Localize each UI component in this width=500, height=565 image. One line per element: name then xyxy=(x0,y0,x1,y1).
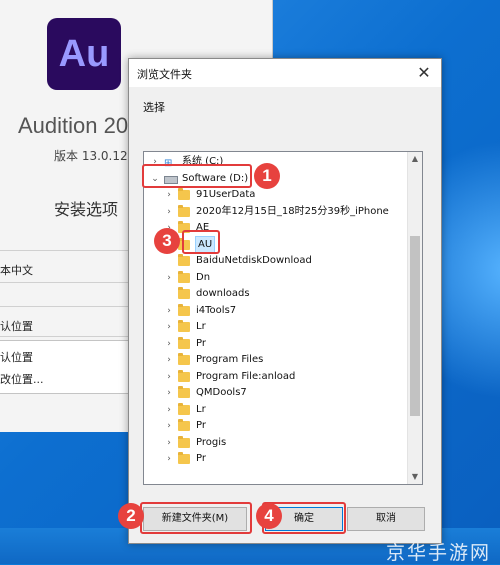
tree-item[interactable]: › 91UserData xyxy=(144,187,406,203)
callout-badge-3: 3 xyxy=(154,228,180,254)
location-option-default[interactable]: 认位置 xyxy=(0,349,33,365)
tree-item-label: i4Tools7 xyxy=(196,304,237,316)
folder-icon xyxy=(178,188,190,200)
callout-badge-1: 1 xyxy=(254,163,280,189)
cancel-button[interactable]: 取消 xyxy=(347,507,425,531)
dialog-caption: 选择 xyxy=(143,101,165,114)
chevron-right-icon[interactable]: › xyxy=(164,303,174,319)
folder-icon xyxy=(178,402,190,415)
chevron-right-icon[interactable]: › xyxy=(164,369,174,385)
folder-icon xyxy=(178,204,190,217)
folder-icon xyxy=(178,320,190,332)
folder-icon xyxy=(178,452,190,464)
scroll-up-icon[interactable]: ▲ xyxy=(408,152,422,166)
folder-icon xyxy=(178,386,190,398)
tree-item[interactable]: downloads xyxy=(144,286,406,302)
tree-item[interactable]: › Program File:anload xyxy=(144,369,406,385)
tree-item-label: Pr xyxy=(196,453,206,464)
scroll-thumb[interactable] xyxy=(410,236,420,416)
location-option-change[interactable]: 改位置... xyxy=(0,371,44,387)
tree-item-label: 2020年12月15日_18时25分39秒_iPhone xyxy=(196,205,389,217)
tree-item-label: QMDools7 xyxy=(196,387,247,398)
tree-item-label: Progis xyxy=(196,436,227,448)
scroll-down-icon[interactable]: ▼ xyxy=(408,470,422,484)
location-dropdown[interactable]: 认位置 改位置... xyxy=(0,340,131,394)
chevron-right-icon[interactable] xyxy=(164,253,174,269)
folder-icon xyxy=(178,254,190,266)
callout-box-new-folder xyxy=(140,502,252,534)
tree-item[interactable]: › i4Tools7 xyxy=(144,303,406,319)
language-select[interactable]: 本中文 xyxy=(0,262,33,278)
tree-scrollbar[interactable]: ▲ ▼ xyxy=(407,152,422,484)
browse-folder-dialog: 浏览文件夹 ✕ 选择 › ⊞ 系统 (C:) ⌄ Software (D:) › 91Use… xyxy=(128,58,442,544)
folder-icon xyxy=(178,287,190,299)
folder-icon xyxy=(178,336,190,349)
audition-logo: Au xyxy=(47,18,121,90)
tree-item[interactable]: › Lr xyxy=(144,402,406,418)
chevron-right-icon[interactable]: › xyxy=(164,418,174,434)
close-icon[interactable]: ✕ xyxy=(413,62,435,84)
tree-item-label: downloads xyxy=(196,288,250,299)
tree-item[interactable]: › Progis xyxy=(144,435,406,451)
folder-icon xyxy=(178,353,190,365)
dialog-titlebar[interactable]: 浏览文件夹 ✕ xyxy=(129,59,441,87)
watermark: 京华手游网 xyxy=(386,542,492,564)
tree-item[interactable]: › Lr xyxy=(144,319,406,335)
tree-item[interactable]: › 2020年12月15日_18时25分39秒_iPhone xyxy=(144,204,406,220)
folder-tree[interactable]: › ⊞ 系统 (C:) ⌄ Software (D:) › 91UserData › 2020年… xyxy=(143,151,423,485)
folder-icon xyxy=(178,435,190,448)
chevron-right-icon[interactable]: › xyxy=(164,451,174,467)
chevron-right-icon[interactable]: › xyxy=(164,385,174,401)
dialog-title: 浏览文件夹 xyxy=(137,68,192,81)
chevron-right-icon[interactable]: › xyxy=(164,204,174,220)
chevron-right-icon[interactable]: › xyxy=(164,319,174,335)
folder-icon xyxy=(178,419,190,431)
tree-item-label: Dn xyxy=(196,271,211,283)
tree-item[interactable]: › Pr xyxy=(144,451,406,467)
chevron-right-icon[interactable] xyxy=(164,286,174,302)
tree-item[interactable]: › Pr xyxy=(144,418,406,434)
chevron-right-icon[interactable]: › xyxy=(164,402,174,418)
app-version: 版本 13.0.12 xyxy=(54,149,128,163)
app-title: Audition 202 xyxy=(18,113,141,138)
tree-item-label: BaiduNetdiskDownload xyxy=(196,255,312,266)
install-options-heading: 安装选项 xyxy=(54,200,119,219)
tree-item-label: Lr xyxy=(196,403,206,415)
location-label: 认位置 xyxy=(0,320,33,333)
callout-badge-4: 4 xyxy=(256,503,282,529)
tree-item[interactable]: › Pr xyxy=(144,336,406,352)
tree-item-label: 91UserData xyxy=(196,189,256,200)
folder-icon xyxy=(178,270,190,283)
tree-item-label: Program Files xyxy=(196,354,264,365)
tree-item-label: Pr xyxy=(196,337,206,349)
chevron-right-icon[interactable]: › xyxy=(164,187,174,203)
callout-badge-2: 2 xyxy=(118,503,144,529)
tree-item[interactable]: › Program Files xyxy=(144,352,406,368)
chevron-right-icon[interactable]: › xyxy=(164,336,174,352)
callout-box-au-folder xyxy=(182,230,220,254)
tree-item[interactable]: BaiduNetdiskDownload xyxy=(144,253,406,269)
tree-item-label: Lr xyxy=(196,321,206,332)
tree-item[interactable]: › Dn xyxy=(144,270,406,286)
folder-icon xyxy=(178,303,190,316)
chevron-right-icon[interactable]: › xyxy=(164,435,174,451)
chevron-right-icon[interactable]: › xyxy=(164,352,174,368)
folder-icon xyxy=(178,369,190,382)
tree-item[interactable]: › QMDools7 xyxy=(144,385,406,401)
callout-box-drive xyxy=(142,164,252,188)
tree-item-label: Pr xyxy=(196,420,206,431)
chevron-right-icon[interactable]: › xyxy=(164,270,174,286)
tree-item-label: Program File:anload xyxy=(196,370,296,382)
